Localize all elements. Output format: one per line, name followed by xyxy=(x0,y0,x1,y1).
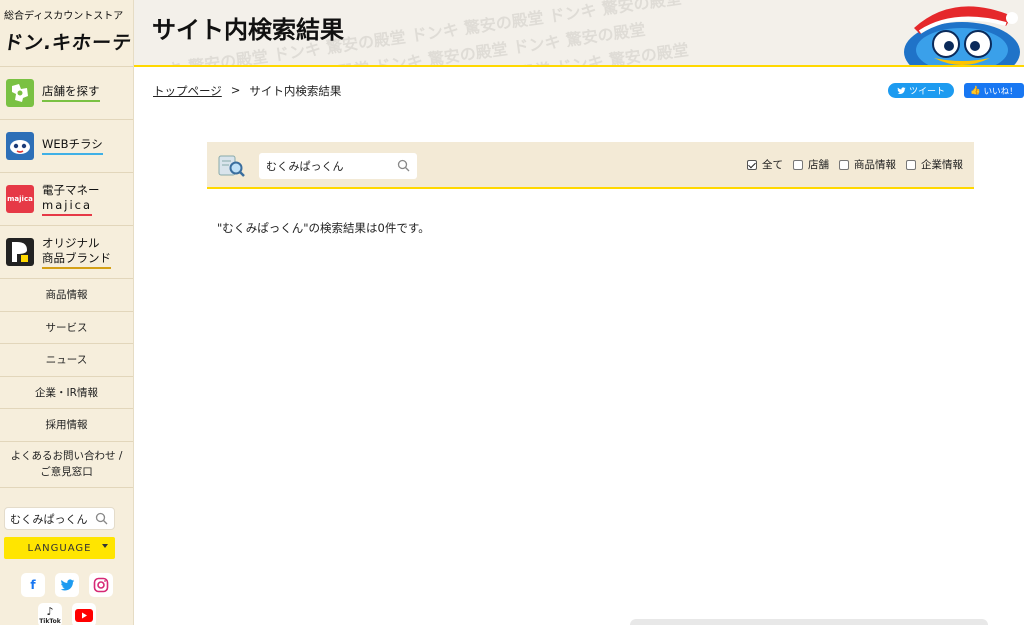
filter-label: 店舗 xyxy=(808,159,829,171)
checkbox-corporate[interactable] xyxy=(906,159,916,170)
tiktok-label: TikTok xyxy=(39,617,61,625)
filter-all[interactable]: 全て xyxy=(747,157,783,172)
search-result-message: "むくみぱっくん"の検索結果は0件です。 xyxy=(217,221,430,235)
facebook-like-button[interactable]: 👍 いいね！ xyxy=(964,83,1024,98)
twitter-icon[interactable] xyxy=(55,573,79,597)
language-selector[interactable]: LANGUAGE xyxy=(4,537,115,559)
tweet-label: ツイート xyxy=(908,87,945,97)
search-query: むくみぱっくん xyxy=(266,160,344,173)
filter-stores[interactable]: 店舗 xyxy=(793,157,829,172)
tiktok-icon[interactable]: ♪ TikTok xyxy=(38,603,62,625)
search-document-icon xyxy=(218,154,246,182)
twitter-icon xyxy=(897,86,906,94)
sidebar-item-services[interactable]: サービス xyxy=(0,310,133,344)
like-label: いいね！ xyxy=(983,86,1018,97)
sidebar-item-recruit[interactable]: 採用情報 xyxy=(0,408,133,441)
instagram-icon[interactable] xyxy=(89,573,113,597)
sidebar-item-label: 電子マネー xyxy=(42,182,100,197)
tweet-button[interactable]: ツイート xyxy=(888,83,954,98)
search-input[interactable]: むくみぱっくん xyxy=(259,153,417,179)
breadcrumb-separator: > xyxy=(230,83,241,97)
sidebar-item-majica[interactable]: majica 電子マネー majica xyxy=(0,172,133,225)
search-icon[interactable] xyxy=(95,512,108,528)
sidebar-item-label: オリジナル xyxy=(42,235,100,250)
contact-line1: よくあるお問い合わせ / xyxy=(10,450,123,462)
filter-label: 商品情報 xyxy=(854,159,896,171)
brand-tagline: 総合ディスカウントストア xyxy=(4,11,124,22)
sidebar-item-corporate-ir[interactable]: 企業・IR情報 xyxy=(0,375,133,409)
breadcrumb-home-link[interactable]: トップページ xyxy=(153,83,222,99)
sidebar-search-value: むくみぱっくん xyxy=(10,512,88,526)
breadcrumb-current: サイト内検索結果 xyxy=(249,84,342,98)
search-panel: むくみぱっくん 全て 店舗 商品情報 企業情報 xyxy=(207,142,974,189)
sidebar-item-products[interactable]: 商品情報 xyxy=(0,278,133,311)
brand[interactable]: 総合ディスカウントストア ドン.キホーテ xyxy=(0,0,133,66)
sidebar-item-store-search[interactable]: 店舗を探す xyxy=(0,66,133,119)
sidebar-item-web-flyer[interactable]: WEBチラシ xyxy=(0,119,133,172)
filter-corporate[interactable]: 企業情報 xyxy=(906,157,963,172)
sidebar-item-sublabel: majica xyxy=(42,198,93,216)
search-filters: 全て 店舗 商品情報 企業情報 xyxy=(747,157,963,172)
donki-logo[interactable]: ドン.キホーテ xyxy=(2,28,133,55)
flyer-icon xyxy=(6,132,34,160)
breadcrumb: トップページ > サイト内検索結果 xyxy=(153,83,341,99)
filter-products[interactable]: 商品情報 xyxy=(839,157,896,172)
checkbox-stores[interactable] xyxy=(793,159,803,170)
sidebar-search-input[interactable]: むくみぱっくん xyxy=(4,507,115,530)
checkbox-all[interactable] xyxy=(747,159,757,170)
contact-line2: ご意見窓口 xyxy=(40,466,93,478)
filter-label: 企業情報 xyxy=(921,159,963,171)
page-header: ドンキ 驚安の殿堂 ドンキ 驚安の殿堂 ドンキ 驚安の殿堂 ドンキ 驚安の殿堂 … xyxy=(134,0,1024,67)
original-brand-icon xyxy=(6,238,34,266)
thumbs-up-icon: 👍 xyxy=(970,85,981,96)
floating-bar xyxy=(630,619,988,625)
search-icon[interactable] xyxy=(397,159,410,175)
donpen-mascot-icon xyxy=(904,6,1020,65)
social-row: f xyxy=(0,573,134,597)
sidebar-item-label: WEBチラシ xyxy=(42,137,103,155)
language-label: LANGUAGE xyxy=(27,542,92,554)
sidebar-item-news[interactable]: ニュース xyxy=(0,343,133,376)
sidebar-item-contact[interactable]: よくあるお問い合わせ / ご意見窓口 xyxy=(0,440,133,488)
majica-card-icon: majica xyxy=(6,185,34,213)
sidebar-item-sublabel: 商品ブランド xyxy=(42,251,111,269)
map-icon xyxy=(6,79,34,107)
youtube-icon[interactable] xyxy=(72,603,96,625)
sidebar-item-original-brand[interactable]: オリジナル 商品ブランド xyxy=(0,225,133,278)
filter-label: 全て xyxy=(762,159,783,171)
page-title: サイト内検索結果 xyxy=(152,16,344,44)
facebook-icon[interactable]: f xyxy=(21,573,45,597)
checkbox-products[interactable] xyxy=(839,159,849,170)
sidebar-item-label: 店舗を探す xyxy=(42,84,100,102)
sidebar: 総合ディスカウントストア ドン.キホーテ 店舗を探す WEBチラシ majica… xyxy=(0,0,134,625)
social-row: ♪ TikTok xyxy=(0,603,134,625)
chevron-down-icon xyxy=(102,544,108,548)
